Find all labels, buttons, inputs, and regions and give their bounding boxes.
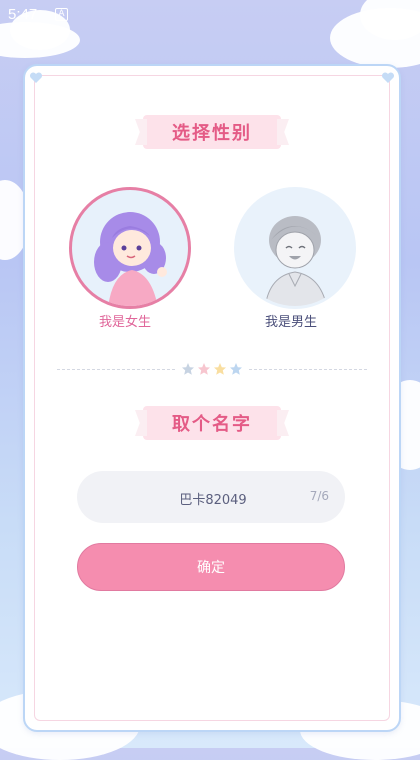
name-title-text: 取个名字 <box>172 414 252 435</box>
name-input[interactable] <box>77 471 349 525</box>
char-counter: 7/6 <box>309 489 329 503</box>
gender-title-text: 选择性别 <box>172 123 252 144</box>
confirm-button[interactable]: 确定 <box>77 543 345 591</box>
female-avatar-button[interactable] <box>69 187 191 309</box>
female-label[interactable]: 我是女生 <box>99 311 151 330</box>
heart-icon <box>29 72 43 83</box>
divider-right <box>249 369 367 370</box>
male-avatar-icon <box>264 216 328 306</box>
male-label[interactable]: 我是男生 <box>265 311 317 330</box>
star-icon <box>214 363 226 375</box>
heart-icon <box>381 72 395 83</box>
name-input-container: 7/6 <box>77 471 349 525</box>
female-avatar-icon <box>94 212 167 306</box>
gender-section-title: 选择性别 <box>143 115 281 149</box>
name-section-title: 取个名字 <box>143 406 281 440</box>
star-icon <box>198 363 210 375</box>
male-avatar-button[interactable] <box>234 187 356 309</box>
setup-card: 选择性别 我是女生 我是男生 取个名字 巴卡82049 7/6 确定 <box>23 64 401 732</box>
star-icon <box>230 363 242 375</box>
star-icon <box>182 363 194 375</box>
card-inner-frame <box>34 75 390 721</box>
divider-left <box>57 369 175 370</box>
